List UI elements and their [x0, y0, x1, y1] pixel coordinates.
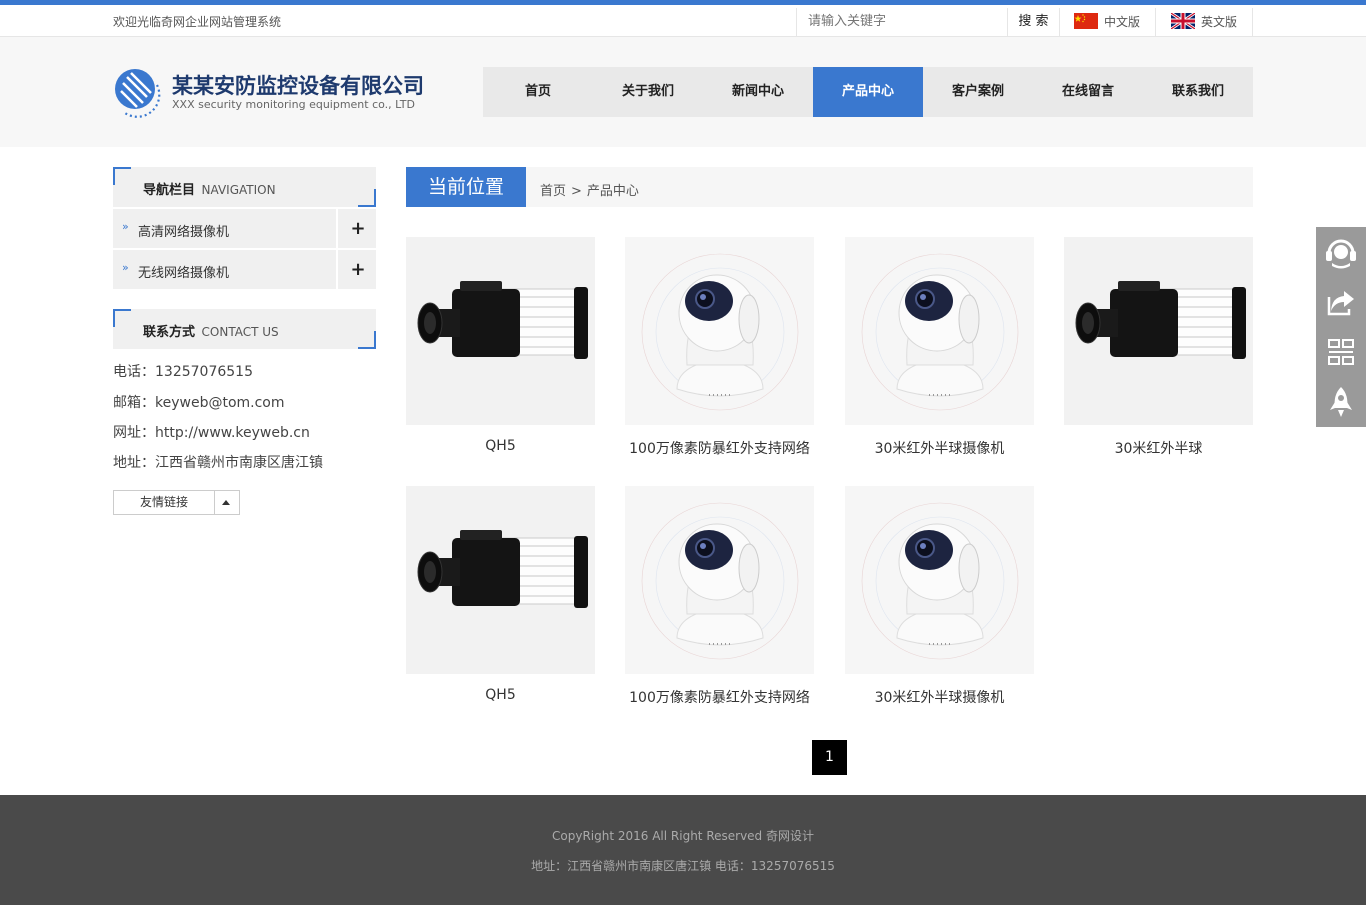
top-bar: 欢迎光临奇网企业网站管理系统 搜 索 中文版 英文版: [0, 5, 1366, 37]
customer-service-button[interactable]: [1316, 227, 1366, 277]
expand-button[interactable]: +: [336, 250, 376, 289]
product-card[interactable]: 30米红外半球: [1064, 237, 1253, 458]
plus-icon: +: [350, 218, 366, 239]
product-name[interactable]: 30米红外半球摄像机: [845, 438, 1034, 458]
product-name[interactable]: 30米红外半球摄像机: [845, 687, 1034, 707]
rocket-icon: [1330, 387, 1352, 417]
corner-decoration: [113, 309, 131, 327]
contact-email: 邮箱：keyweb@tom.com: [113, 395, 285, 411]
product-name[interactable]: 100万像素防暴红外支持网络: [625, 687, 814, 707]
site-header: 某某安防监控设备有限公司 XXX security monitoring equ…: [0, 37, 1366, 147]
expand-button[interactable]: +: [336, 209, 376, 248]
double-chevron-icon: »: [122, 220, 129, 233]
nav-about[interactable]: 关于我们: [593, 67, 703, 117]
breadcrumb-current[interactable]: 产品中心: [587, 184, 639, 199]
corner-decoration: [113, 167, 131, 185]
company-name-en: XXX security monitoring equipment co., L…: [172, 98, 415, 111]
back-to-top-button[interactable]: [1316, 377, 1366, 427]
sidebar-category-label: 高清网络摄像机: [138, 225, 230, 240]
friend-links-label: 友情链接: [114, 491, 215, 514]
sidebar-category-hd-camera[interactable]: » 高清网络摄像机 +: [113, 209, 376, 248]
dome-camera-icon: [861, 253, 1019, 411]
logo-mark-icon: [115, 69, 161, 118]
dome-camera-icon: [641, 502, 799, 660]
qrcode-icon: [1328, 339, 1354, 365]
product-card[interactable]: 30米红外半球摄像机: [845, 486, 1034, 707]
nav-products[interactable]: 产品中心: [813, 67, 923, 117]
box-camera-icon: [417, 529, 589, 609]
plus-icon: +: [350, 259, 366, 280]
sidebar-category-wireless-camera[interactable]: » 无线网络摄像机 +: [113, 250, 376, 289]
corner-decoration: [358, 189, 376, 207]
headset-icon: [1326, 239, 1356, 269]
nav-home[interactable]: 首页: [483, 67, 593, 117]
product-image[interactable]: [845, 237, 1034, 425]
product-image[interactable]: [625, 237, 814, 425]
product-name[interactable]: QH5: [406, 687, 595, 703]
lang-english-link[interactable]: 英文版: [1156, 8, 1253, 36]
product-image[interactable]: [406, 237, 595, 425]
double-chevron-icon: »: [122, 261, 129, 274]
lang-chinese-link[interactable]: 中文版: [1060, 8, 1156, 36]
sidebar-nav-title-en: NAVIGATION: [201, 183, 276, 197]
share-icon: [1327, 291, 1354, 316]
contact-phone: 电话：13257076515: [113, 364, 253, 380]
site-footer: CopyRight 2016 All Right Reserved 奇网设计 地…: [0, 795, 1366, 905]
product-image[interactable]: [845, 486, 1034, 674]
product-name[interactable]: 100万像素防暴红外支持网络: [625, 438, 814, 458]
product-card[interactable]: QH5: [406, 237, 595, 454]
breadcrumb: 当前位置 首页 > 产品中心: [406, 167, 1253, 207]
sidebar-contact-title: 联系方式 CONTACT US: [113, 309, 376, 349]
product-card[interactable]: 30米红外半球摄像机: [845, 237, 1034, 458]
site-logo[interactable]: 某某安防监控设备有限公司 XXX security monitoring equ…: [113, 65, 424, 121]
lang-chinese-label: 中文版: [1104, 15, 1141, 29]
search-input[interactable]: [796, 8, 1008, 36]
product-image[interactable]: [625, 486, 814, 674]
nav-contact[interactable]: 联系我们: [1143, 67, 1253, 117]
box-camera-icon: [1075, 280, 1247, 360]
sidebar-nav-title: 导航栏目 NAVIGATION: [113, 167, 376, 207]
product-card[interactable]: QH5: [406, 486, 595, 703]
pagination-page-1[interactable]: 1: [812, 740, 847, 775]
nav-news[interactable]: 新闻中心: [703, 67, 813, 117]
dome-camera-icon: [861, 502, 1019, 660]
product-image[interactable]: [1064, 237, 1253, 425]
nav-message[interactable]: 在线留言: [1033, 67, 1143, 117]
lang-english-label: 英文版: [1201, 15, 1238, 29]
footer-copyright: CopyRight 2016 All Right Reserved 奇网设计: [552, 829, 814, 843]
box-camera-icon: [417, 280, 589, 360]
china-flag-icon: [1074, 13, 1098, 29]
footer-address: 地址：江西省赣州市南康区唐江镇 电话：13257076515: [531, 859, 835, 873]
product-name[interactable]: QH5: [406, 438, 595, 454]
breadcrumb-home-link[interactable]: 首页: [540, 184, 566, 199]
sidebar-category-label: 无线网络摄像机: [138, 266, 230, 281]
floating-toolbar: [1316, 227, 1366, 427]
breadcrumb-separator: >: [571, 184, 582, 199]
share-button[interactable]: [1316, 277, 1366, 327]
product-image[interactable]: [406, 486, 595, 674]
uk-flag-icon: [1171, 13, 1195, 29]
nav-cases[interactable]: 客户案例: [923, 67, 1033, 117]
main-nav: 首页 关于我们 新闻中心 产品中心 客户案例 在线留言 联系我们: [483, 67, 1253, 117]
welcome-text: 欢迎光临奇网企业网站管理系统: [113, 15, 282, 29]
contact-address: 地址：江西省赣州市南康区唐江镇: [113, 455, 323, 471]
sidebar-contact-title-cn: 联系方式: [143, 325, 196, 340]
breadcrumb-title: 当前位置: [406, 167, 526, 207]
friend-links-select[interactable]: 友情链接: [113, 490, 240, 515]
product-card[interactable]: 100万像素防暴红外支持网络: [625, 486, 814, 707]
qrcode-button[interactable]: [1316, 327, 1366, 377]
corner-decoration: [358, 331, 376, 349]
sidebar-contact-title-en: CONTACT US: [201, 325, 279, 339]
contact-website: 网址：http://www.keyweb.cn: [113, 425, 310, 441]
company-name-cn: 某某安防监控设备有限公司: [172, 74, 424, 98]
caret-up-icon: [222, 500, 230, 505]
sidebar-nav-title-cn: 导航栏目: [143, 183, 196, 198]
dome-camera-icon: [641, 253, 799, 411]
product-name[interactable]: 30米红外半球: [1064, 438, 1253, 458]
product-card[interactable]: 100万像素防暴红外支持网络: [625, 237, 814, 458]
search-button[interactable]: 搜 索: [1008, 8, 1060, 36]
